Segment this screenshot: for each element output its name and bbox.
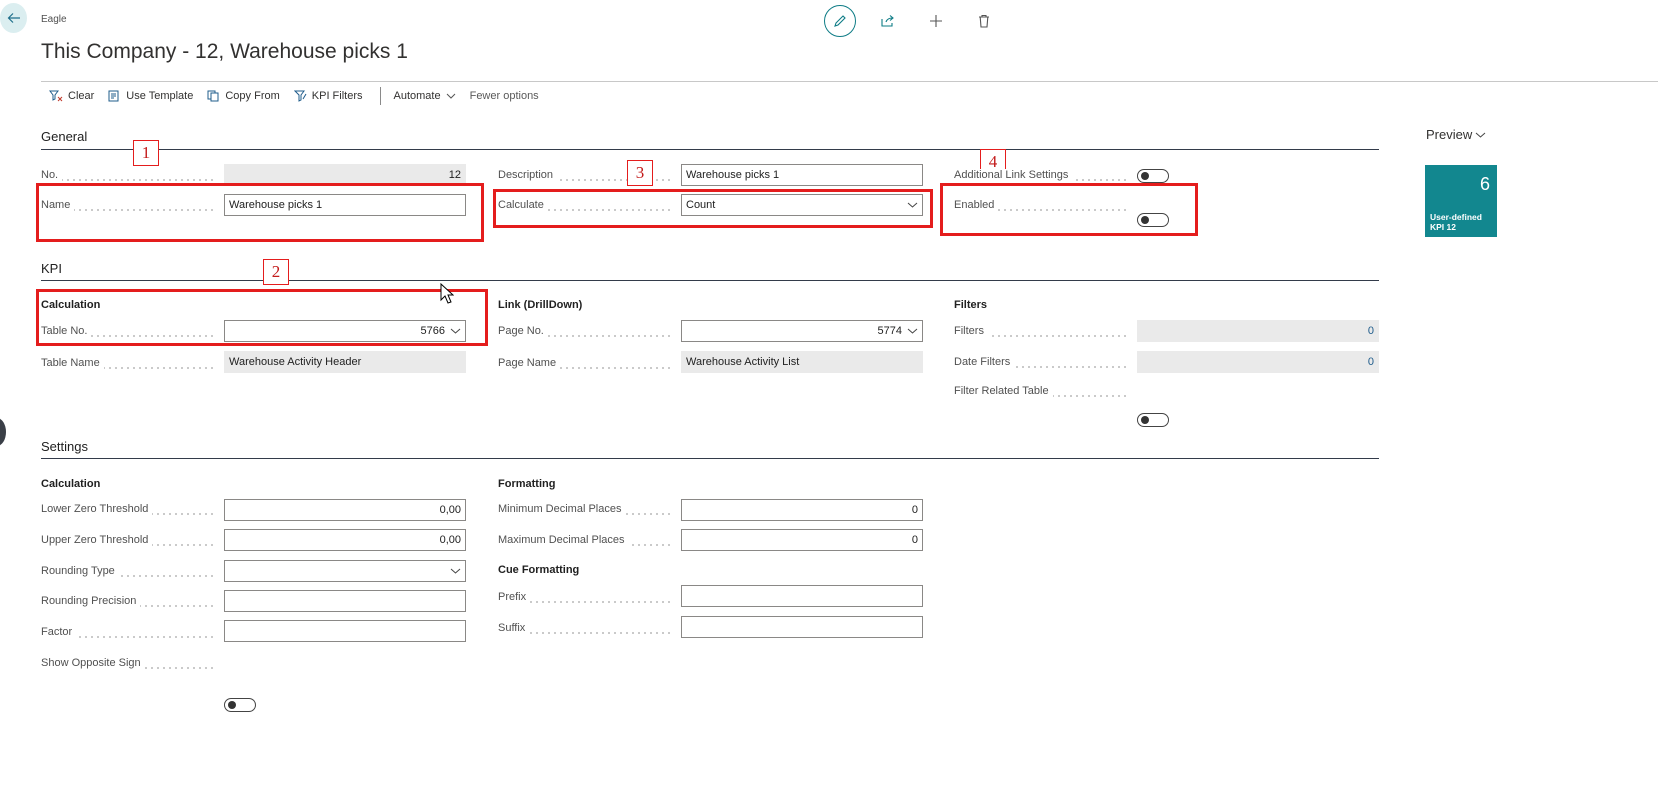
settings-section-divider: [41, 458, 1379, 459]
page-name-label: Page Name: [498, 357, 674, 371]
lower-zero-threshold-label: Lower Zero Threshold: [41, 503, 217, 517]
rounding-precision-field[interactable]: [224, 590, 466, 612]
date-filters-label: Date Filters: [954, 356, 1130, 370]
minimum-decimal-places-label: Minimum Decimal Places: [498, 503, 674, 517]
chevron-down-icon: [446, 93, 456, 99]
trash-icon: [979, 14, 989, 28]
rounding-type-select[interactable]: [224, 560, 466, 582]
back-button[interactable]: [0, 3, 27, 33]
actionbar-divider: [41, 81, 1658, 82]
tile-label: User-defined KPI 12: [1430, 212, 1482, 232]
suffix-label: Suffix: [498, 622, 674, 636]
edit-button[interactable]: [824, 5, 856, 37]
additional-link-settings-toggle[interactable]: [1137, 169, 1169, 183]
kpi-section-title[interactable]: KPI: [41, 261, 62, 276]
prefix-label: Prefix: [498, 591, 674, 605]
show-opposite-sign-toggle[interactable]: [224, 698, 256, 712]
automate-menu[interactable]: Automate: [389, 90, 465, 102]
chevron-down-icon: [445, 568, 461, 574]
page-name-field: Warehouse Activity List: [681, 351, 923, 373]
filters-group-title: Filters: [954, 299, 988, 311]
table-name-field: Warehouse Activity Header: [224, 351, 466, 373]
template-icon: [108, 90, 121, 102]
arrow-left-icon: [7, 13, 20, 23]
breadcrumb[interactable]: Eagle: [41, 14, 67, 25]
maximum-decimal-places-field[interactable]: 0: [681, 529, 923, 551]
kpi-preview-tile[interactable]: 6 User-defined KPI 12: [1425, 165, 1497, 237]
upper-zero-threshold-label: Upper Zero Threshold: [41, 534, 217, 548]
prefix-field[interactable]: [681, 585, 923, 607]
suffix-field[interactable]: [681, 616, 923, 638]
filters-field[interactable]: 0: [1137, 320, 1379, 342]
no-label: No.: [41, 169, 217, 183]
settings-section-title[interactable]: Settings: [41, 439, 88, 454]
settings-calculation-group-title: Calculation: [41, 478, 101, 490]
factor-label: Factor: [41, 626, 217, 640]
kpi-filters-label: KPI Filters: [311, 90, 363, 102]
share-icon: [881, 15, 894, 27]
use-template-label: Use Template: [126, 90, 194, 102]
rounding-type-label: Rounding Type: [41, 565, 217, 579]
formatting-group-title: Formatting: [498, 478, 556, 490]
share-button[interactable]: [872, 5, 904, 37]
upper-zero-threshold-field[interactable]: 0,00: [224, 529, 466, 551]
description-field[interactable]: Warehouse picks 1: [681, 164, 923, 186]
rounding-precision-label: Rounding Precision: [41, 595, 217, 609]
annotation-box-2: [36, 289, 488, 346]
tile-label-line-1: User-defined: [1430, 212, 1482, 222]
preview-title: Preview: [1426, 127, 1473, 142]
automate-label: Automate: [393, 90, 441, 102]
kpi-section-divider: [41, 280, 1379, 281]
filter-related-table-label: Filter Related Table: [954, 385, 1130, 399]
copy-icon: [207, 90, 220, 102]
kpi-filters-button[interactable]: KPI Filters: [289, 90, 372, 102]
additional-link-settings-label: Additional Link Settings: [954, 169, 1130, 183]
delete-button[interactable]: [968, 5, 1000, 37]
annotation-box-1: [36, 183, 484, 242]
page-no-label: Page No.: [498, 325, 674, 339]
clear-label: Clear: [68, 90, 95, 102]
use-template-button[interactable]: Use Template: [103, 90, 202, 102]
page-no-select[interactable]: 5774: [681, 320, 923, 342]
link-drilldown-group-title: Link (DrillDown): [498, 299, 583, 311]
plus-icon: [930, 15, 942, 27]
chevron-down-icon: [1475, 132, 1486, 138]
show-opposite-sign-label: Show Opposite Sign: [41, 657, 217, 671]
page-actions: [824, 5, 1000, 37]
preview-toggle[interactable]: Preview: [1426, 127, 1486, 142]
chevron-down-icon: [902, 328, 918, 334]
cue-formatting-group-title: Cue Formatting: [498, 564, 580, 576]
maximum-decimal-places-label: Maximum Decimal Places: [498, 534, 674, 548]
filter-icon: [293, 90, 307, 102]
clear-button[interactable]: Clear: [44, 90, 103, 102]
date-filters-field[interactable]: 0: [1137, 351, 1379, 373]
general-section-title[interactable]: General: [41, 129, 87, 144]
table-name-label: Table Name: [41, 357, 217, 371]
toolbar-separator: [379, 87, 381, 105]
clear-filter-icon: [49, 90, 63, 102]
page-title: This Company - 12, Warehouse picks 1: [41, 40, 408, 63]
copy-from-button[interactable]: Copy From: [202, 90, 288, 102]
annotation-marker-3: 3: [627, 160, 653, 186]
tile-value: 6: [1479, 174, 1490, 194]
lower-zero-threshold-field[interactable]: 0,00: [224, 499, 466, 521]
general-section-divider: [41, 149, 1379, 150]
factor-field[interactable]: [224, 620, 466, 642]
annotation-marker-2: 2: [263, 259, 289, 285]
side-panel-handle[interactable]: [0, 418, 6, 446]
new-button[interactable]: [920, 5, 952, 37]
fewer-options-label: Fewer options: [469, 90, 539, 102]
filters-label: Filters: [954, 325, 1130, 339]
pencil-icon: [834, 15, 846, 27]
annotation-box-3: [493, 189, 933, 228]
action-bar: Clear Use Template Copy From KPI Filters…: [44, 84, 548, 108]
mouse-cursor-icon: [440, 283, 454, 304]
minimum-decimal-places-field[interactable]: 0: [681, 499, 923, 521]
copy-from-label: Copy From: [225, 90, 280, 102]
tile-label-line-2: KPI 12: [1430, 222, 1456, 232]
annotation-marker-1: 1: [133, 140, 159, 166]
filter-related-table-toggle[interactable]: [1137, 413, 1169, 427]
fewer-options-button[interactable]: Fewer options: [465, 90, 548, 102]
